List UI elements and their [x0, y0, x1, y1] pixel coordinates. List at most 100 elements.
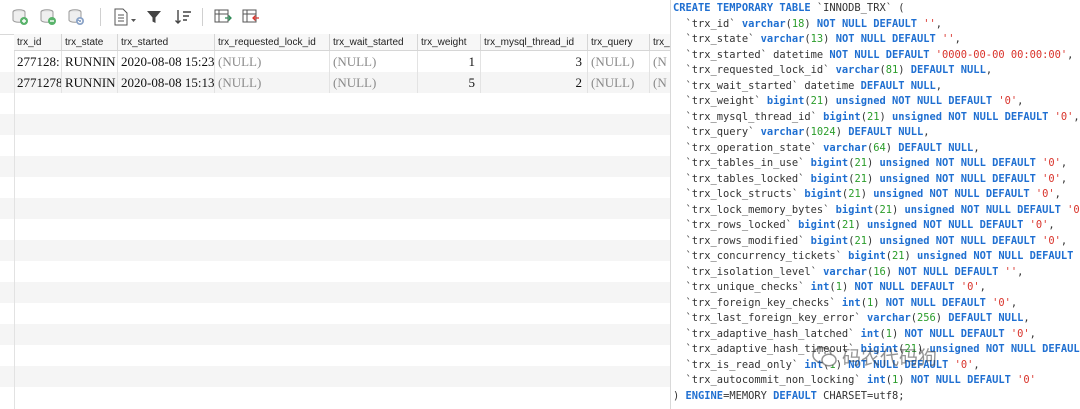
column-header[interactable]: trx_query: [588, 34, 650, 51]
table-cell[interactable]: (N: [650, 72, 670, 93]
ddl-token: ): [873, 296, 886, 309]
table-cell[interactable]: (NULL): [330, 72, 418, 93]
ddl-line: `trx_started` datetime NOT NULL DEFAULT …: [673, 48, 1074, 64]
table-cell[interactable]: (NULL): [330, 51, 418, 72]
export-icon[interactable]: [214, 8, 232, 26]
ddl-token: ,: [1060, 157, 1068, 169]
table-cell[interactable]: 277128:: [14, 51, 62, 72]
column-header[interactable]: trx_state: [62, 34, 118, 51]
db-refresh-icon[interactable]: [66, 8, 86, 26]
ddl-token: '0': [960, 281, 980, 293]
ddl-line: `trx_id` varchar(18) NOT NULL DEFAULT ''…: [673, 17, 943, 33]
empty-row: [0, 366, 670, 387]
column-header[interactable]: trx_mysql_thread_id: [481, 34, 588, 51]
ddl-token: CHARSET=utf8;: [816, 389, 905, 402]
empty-row: [0, 198, 670, 219]
table-cell[interactable]: 3: [481, 51, 588, 72]
ddl-token: ,: [935, 79, 943, 92]
ddl-token: bigint: [766, 95, 805, 107]
ddl-token: 21: [810, 95, 824, 107]
column-header[interactable]: trx_started: [118, 34, 215, 51]
table-cell[interactable]: 2020-08-08 15:13: [118, 72, 215, 93]
ddl-token: 1024: [810, 126, 836, 138]
ddl-line: `trx_tables_in_use` bigint(21) unsigned …: [673, 156, 1068, 172]
ddl-token: '0': [998, 95, 1018, 107]
table-cell[interactable]: 5: [418, 72, 481, 93]
sort-icon[interactable]: [174, 8, 192, 26]
ddl-token: `trx_unique_checks`: [673, 281, 811, 293]
column-header[interactable]: trx_weight: [418, 34, 481, 51]
table-cell[interactable]: RUNNIN: [62, 72, 118, 93]
empty-row: [0, 219, 670, 240]
ddl-token: ): [673, 389, 686, 402]
ddl-token: ,: [1060, 172, 1068, 185]
table-row[interactable]: 277128: RUNNIN 2020-08-08 15:23 (NULL) (NULL…: [0, 51, 670, 72]
ddl-token: bigint: [848, 250, 886, 262]
table-row[interactable]: 2771278 RUNNIN 2020-08-08 15:13 (NULL) (NULL…: [0, 72, 670, 93]
ddl-line: `trx_rows_modified` bigint(21) unsigned …: [673, 234, 1068, 250]
ddl-token: varchar: [760, 33, 805, 45]
column-header[interactable]: trx_wait_started: [330, 34, 418, 51]
table-cell[interactable]: 2771278: [14, 72, 62, 93]
table-cell[interactable]: (NULL): [215, 72, 330, 93]
ddl-token: ): [804, 17, 817, 30]
ddl-token: ): [885, 141, 899, 154]
ddl-token: NOT NULL DEFAULT: [835, 33, 943, 45]
ddl-token: '0': [1035, 188, 1055, 200]
ddl-token: ): [904, 250, 918, 262]
filter-icon[interactable]: [146, 8, 162, 26]
import-icon[interactable]: [242, 8, 260, 26]
ddl-token: ,: [923, 126, 930, 138]
ddl-line: `trx_rows_locked` bigint(21) unsigned NO…: [673, 218, 1055, 234]
ddl-token: NOT NULL DEFAULT: [904, 327, 1011, 340]
ddl-token: 21: [854, 157, 867, 169]
ddl-token: 18: [791, 17, 805, 30]
table-cell[interactable]: (NULL): [215, 51, 330, 72]
ddl-token: `trx_wait_started` datetime: [673, 79, 861, 92]
table-cell[interactable]: (N: [650, 51, 670, 72]
ddl-line: `trx_weight` bigint(21) unsigned NOT NUL…: [673, 94, 1024, 110]
ddl-token: NOT NULL DEFAULT: [854, 281, 961, 293]
empty-row: [0, 324, 670, 345]
ddl-line: `trx_state` varchar(13) NOT NULL DEFAULT…: [673, 32, 961, 48]
ddl-token: 21: [866, 110, 880, 123]
ddl-token: '0': [1029, 219, 1049, 231]
ddl-token: ,: [1029, 327, 1036, 340]
db-add-icon[interactable]: [10, 8, 30, 26]
ddl-token: DEFAULT NULL: [910, 64, 986, 76]
doc-menu-icon[interactable]: [112, 8, 138, 26]
ddl-token: `trx_started` datetime: [673, 48, 830, 61]
column-header[interactable]: trx_o: [650, 34, 670, 51]
empty-row: [0, 240, 670, 261]
ddl-token: ): [860, 188, 874, 200]
row-header-gutter: [0, 51, 15, 409]
ddl-token: 21: [891, 250, 905, 262]
table-cell[interactable]: 2: [481, 72, 588, 93]
ddl-token: ): [898, 64, 911, 76]
ddl-token: ,: [1010, 296, 1018, 309]
ddl-token: varchar: [835, 64, 880, 76]
table-cell[interactable]: RUNNIN: [62, 51, 118, 72]
ddl-token: =MEMORY: [723, 389, 774, 402]
table-cell[interactable]: (NULL): [588, 51, 650, 72]
column-header[interactable]: trx_requested_lock_id: [215, 34, 330, 51]
ddl-token: NOT NULL DEFAULT: [885, 296, 993, 309]
ddl-token: ,: [1067, 48, 1074, 61]
ddl-token: '': [1004, 265, 1018, 278]
empty-row: [0, 303, 670, 324]
db-remove-icon[interactable]: [38, 8, 58, 26]
ddl-token: `trx_query`: [673, 126, 761, 138]
ddl-token: NOT NULL DEFAULT: [816, 17, 924, 30]
table-cell[interactable]: 1: [418, 51, 481, 72]
ddl-line: `trx_foreign_key_checks` int(1) NOT NULL…: [673, 296, 1018, 312]
table-cell[interactable]: (NULL): [588, 72, 650, 93]
ddl-token: DEFAULT NULL: [948, 312, 1024, 324]
ddl-token: 21: [854, 234, 867, 247]
column-header[interactable]: trx_id: [14, 34, 62, 51]
ddl-token: int: [866, 374, 886, 386]
ddl-token: `trx_mysql_thread_id`: [673, 110, 824, 123]
table-cell[interactable]: 2020-08-08 15:23: [118, 51, 215, 72]
ddl-token: `trx_lock_structs`: [673, 188, 805, 200]
toolbar-divider: [202, 8, 203, 26]
ddl-token: bigint: [823, 110, 861, 123]
